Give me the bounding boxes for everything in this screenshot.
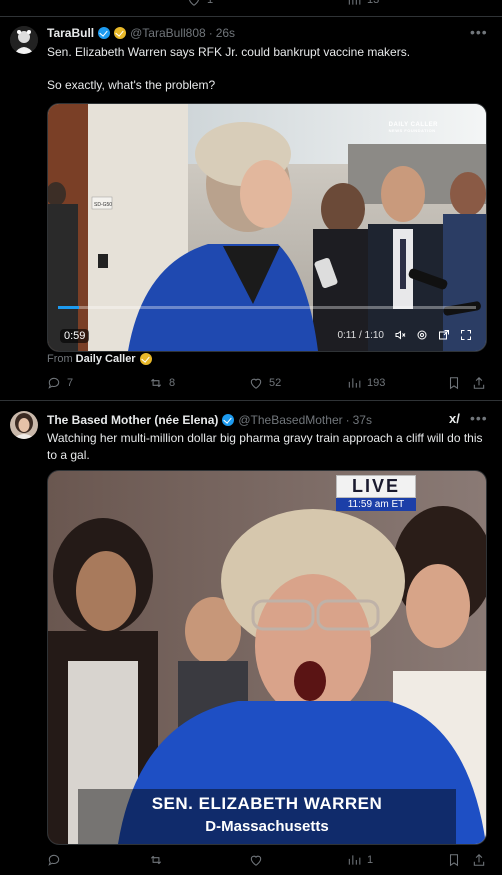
chart-icon <box>348 855 361 865</box>
video-player[interactable]: SD-G50 DAILY CALLER NEWS FOUNDATION 0:59… <box>47 103 487 352</box>
live-clock: 11:59 am ET <box>336 498 416 511</box>
bookmark-button[interactable] <box>447 853 461 867</box>
heart-icon <box>250 855 262 866</box>
chart-icon <box>348 378 361 388</box>
duration-badge: 0:59 <box>60 329 90 343</box>
reply-button[interactable]: 7 <box>47 376 73 390</box>
from-label: From <box>47 353 73 365</box>
video-progress-track[interactable] <box>58 306 476 309</box>
video-progress-fill <box>58 306 79 309</box>
like-count: 1 <box>207 0 214 6</box>
popout-icon[interactable] <box>438 329 450 341</box>
repost-icon <box>150 855 162 865</box>
tweet-image[interactable]: LIVE 11:59 am ET SEN. ELIZABETH WARREN D… <box>47 470 487 845</box>
gold-affiliate-icon <box>139 353 152 365</box>
timestamp[interactable]: 37s <box>353 413 372 427</box>
share-button[interactable] <box>472 376 486 390</box>
views-button[interactable]: 1 <box>347 853 373 867</box>
fullscreen-icon[interactable] <box>460 329 472 341</box>
tweet-text-line2: So exactly, what's the problem? <box>47 78 216 92</box>
like-count: 52 <box>269 377 282 389</box>
live-badge: LIVE 11:59 am ET <box>336 475 416 511</box>
share-icon <box>473 854 485 866</box>
video-source: From Daily Caller <box>47 353 152 365</box>
tweet-header: The Based Mother (née Elena) @TheBasedMo… <box>47 413 372 427</box>
display-name[interactable]: The Based Mother (née Elena) <box>47 413 218 427</box>
verified-badge-icon <box>222 414 235 426</box>
avatar[interactable] <box>10 411 38 439</box>
reply-button[interactable] <box>47 853 67 867</box>
live-label: LIVE <box>336 475 416 498</box>
views-count: 1 <box>367 854 374 866</box>
video-time: 0:11 / 1:10 <box>337 329 384 341</box>
like-button[interactable] <box>249 853 269 867</box>
tweet-actions: 7 8 52 193 <box>47 374 486 392</box>
caption-name: SEN. ELIZABETH WARREN <box>151 794 383 813</box>
previous-tweet-actions: 1 13 <box>47 0 486 9</box>
watermark-line2: NEWS FOUNDATION <box>388 128 436 133</box>
verified-badge-icon <box>98 27 111 39</box>
bookmark-icon <box>449 854 459 867</box>
like-button[interactable]: 52 <box>249 376 281 390</box>
source-name[interactable]: Daily Caller <box>76 353 136 365</box>
tweet-actions: 1 <box>47 851 486 869</box>
grok-icon[interactable]: x/ <box>449 411 460 426</box>
video-controls: 0:11 / 1:10 <box>337 329 472 341</box>
display-name[interactable]: TaraBull <box>47 26 94 40</box>
tweet-text-line1: Sen. Elizabeth Warren says RFK Jr. could… <box>47 45 411 59</box>
reply-icon <box>48 377 60 389</box>
more-options-icon[interactable]: ••• <box>470 410 488 426</box>
reply-icon <box>48 854 60 866</box>
views-count: 193 <box>367 377 386 389</box>
tweet-header: TaraBull @TaraBull808 · 26s <box>47 26 236 40</box>
share-button[interactable] <box>472 853 486 867</box>
avatar-image <box>10 26 38 54</box>
repost-icon <box>150 378 162 388</box>
avatar[interactable] <box>10 26 38 54</box>
divider <box>0 400 502 401</box>
settings-gear-icon[interactable] <box>416 329 428 341</box>
reply-count: 7 <box>67 377 74 389</box>
repost-button[interactable]: 8 <box>149 376 175 390</box>
repost-button[interactable] <box>149 853 169 867</box>
user-handle[interactable]: @TaraBull808 <box>130 26 206 40</box>
more-options-icon[interactable]: ••• <box>470 24 488 40</box>
heart-icon <box>188 0 200 6</box>
user-handle[interactable]: @TheBasedMother <box>238 413 342 427</box>
repost-count: 8 <box>169 377 176 389</box>
like-button[interactable]: 1 <box>187 0 213 7</box>
video-frame: SD-G50 <box>48 104 486 351</box>
share-icon <box>473 377 485 389</box>
watermark: DAILY CALLER NEWS FOUNDATION <box>389 122 438 133</box>
image-content <box>48 471 486 844</box>
views-count: 13 <box>367 0 380 6</box>
divider <box>0 16 502 17</box>
bookmark-button[interactable] <box>447 376 461 390</box>
chart-icon <box>348 0 361 5</box>
mute-icon[interactable] <box>394 329 406 341</box>
caption-state: D-Massachusetts <box>205 818 329 835</box>
views-button[interactable]: 13 <box>347 0 379 7</box>
tweet-text: Watching her multi-million dollar big ph… <box>47 431 483 462</box>
gold-affiliate-icon <box>114 27 127 39</box>
bookmark-icon <box>449 377 459 390</box>
timestamp[interactable]: 26s <box>216 26 235 40</box>
views-button[interactable]: 193 <box>347 376 385 390</box>
heart-icon <box>250 378 262 389</box>
door-sign: SD-G50 <box>94 202 112 208</box>
avatar-image <box>10 411 38 439</box>
